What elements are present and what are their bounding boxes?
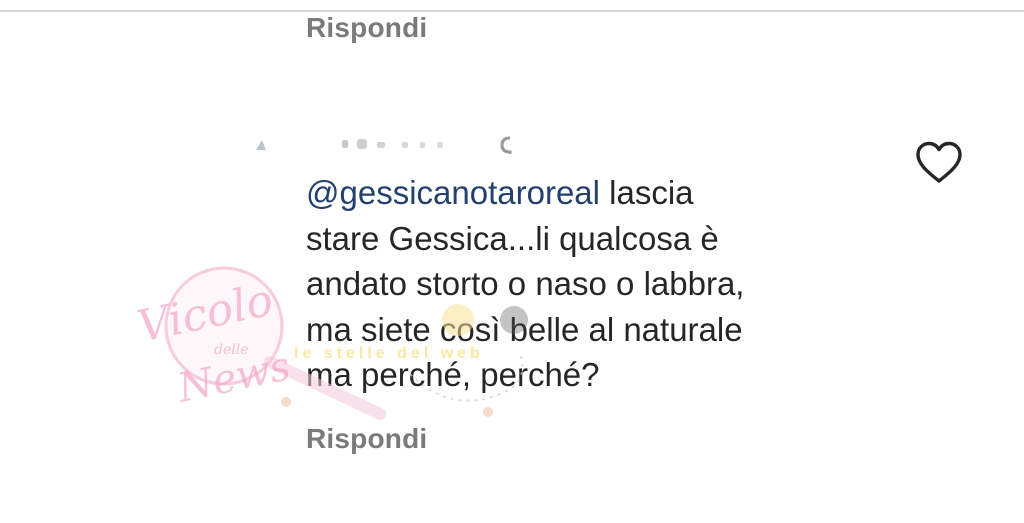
mention-link[interactable]: @gessicanotaroreal [306, 174, 600, 211]
reply-button[interactable]: Rispondi [306, 12, 427, 44]
watermark-brand-end: News [173, 343, 295, 412]
comment-line-1-rest: lascia [600, 174, 694, 211]
comment-line-1: @gessicanotaroreal lascia [306, 170, 906, 216]
top-divider [0, 10, 1024, 12]
reply-button-2[interactable]: Rispondi [306, 423, 427, 455]
comment-line-2: stare Gessica...li qualcosa è [306, 219, 719, 257]
comment-line-3: andato storto o naso o labbra, [306, 265, 745, 302]
watermark-brand-main: Vicolo [133, 274, 277, 352]
heart-icon[interactable] [915, 141, 963, 185]
comment-line-4: ma siete così belle al naturale [306, 310, 743, 348]
watermark-brand-small: delle [214, 342, 249, 358]
comment-line-5: ma perché, perché? [306, 356, 600, 393]
blurred-username [256, 136, 512, 154]
comment-text: @gessicanotaroreal lascia stare Gessica.… [306, 170, 906, 398]
